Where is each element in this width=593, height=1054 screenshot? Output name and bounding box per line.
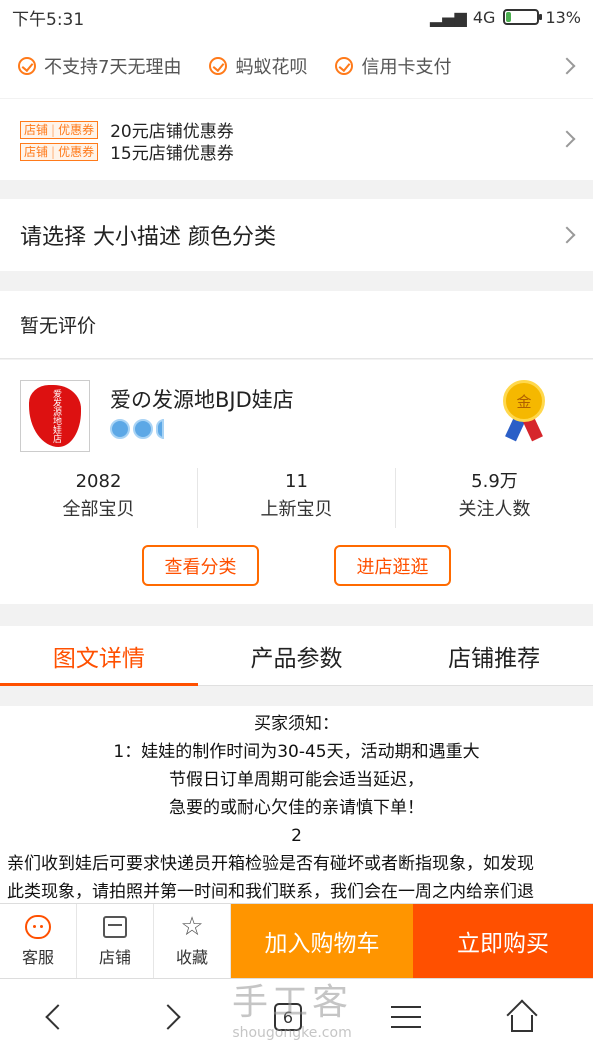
crown-badge-icon [110,419,130,439]
coupon-item: 店铺 | 优惠券 15元店铺优惠券 [20,139,234,164]
chevron-right-icon [558,226,576,244]
shop-credit-badges [110,419,164,439]
service-no-7day-return: 不支持7天无理由 [18,53,181,79]
select-spec-row[interactable]: 请选择 大小描述 颜色分类 [0,199,593,271]
add-to-cart-button[interactable]: 加入购物车 [231,904,413,978]
battery-icon [503,9,543,25]
crown-badge-icon [133,419,153,439]
tab-image-details[interactable]: 图文详情 [0,626,198,686]
stat-followers[interactable]: 5.9万 关注人数 [396,468,593,528]
tabs-button[interactable]: 6 [270,999,306,1035]
review-section: 暂无评价 [0,291,593,359]
back-button[interactable] [36,999,72,1035]
coupon-section[interactable]: 店铺 | 优惠券 20元店铺优惠券 店铺 | 优惠券 15元店铺优惠券 [0,99,593,180]
service-guarantees[interactable]: 不支持7天无理由 蚂蚁花呗 信用卡支付 [0,34,593,98]
detail-line: 节假日订单周期可能会适当延迟， [169,770,424,790]
detail-tabs: 图文详情 产品参数 店铺推荐 [0,626,593,686]
view-categories-button[interactable]: 查看分类 [142,545,259,586]
service-huabei: 蚂蚁花呗 [209,53,307,79]
visit-shop-button[interactable]: 进店逛逛 [334,545,451,586]
store-icon [103,916,127,938]
star-icon: ☆ [180,912,204,942]
chevron-left-icon [45,1004,71,1030]
gold-medal-icon: 金 [500,378,548,442]
shop-logo-image: 爱发源地娃店 [29,385,81,447]
hamburger-icon [391,1006,421,1028]
signal-icon: ▂▄▆ [429,7,467,27]
select-spec-label: 请选择 大小描述 颜色分类 [20,225,276,250]
home-icon [506,999,538,1032]
battery-percent: 13% [545,7,581,27]
tab-count: 6 [274,1003,302,1031]
detail-line: 1：娃娃的制作时间为30-45天，活动期和遇重大 [113,742,480,762]
home-button[interactable] [504,999,540,1035]
network-type: 4G [472,7,496,27]
check-icon [209,57,228,75]
shop-name[interactable]: 爱の发源地BJD娃店 [110,384,294,414]
detail-content: 买家须知： 1：娃娃的制作时间为30-45天，活动期和遇重大 节假日订单周期可能… [0,706,593,906]
tab-product-params[interactable]: 产品参数 [198,626,396,685]
check-icon [335,57,354,75]
stat-all-items[interactable]: 2082 全部宝贝 [0,468,198,528]
buy-now-button[interactable]: 立即购买 [413,904,593,978]
chevron-right-icon [155,1004,181,1030]
shop-button[interactable]: 店铺 [77,904,154,978]
shop-card: 爱发源地娃店 爱の发源地BJD娃店 金 2082 全部宝贝 11 上新宝贝 5.… [0,360,593,604]
coupon-tag: 店铺 | 优惠券 [20,142,99,161]
detail-line: 亲们收到娃后可要求快递员开箱检验是否有碰坏或者断指现象，如发现 [7,854,534,874]
service-credit-card: 信用卡支付 [335,53,451,79]
coupon-tag: 店铺 | 优惠券 [20,120,99,139]
check-icon [18,57,36,75]
detail-line: 2 [291,826,302,846]
customer-service-button[interactable]: 客服 [0,904,77,978]
status-indicators: ▂▄▆ 4G 13% [430,8,581,27]
menu-button[interactable] [388,999,424,1035]
review-empty-text: 暂无评价 [20,315,97,337]
favorite-button[interactable]: ☆ 收藏 [154,904,231,978]
status-bar: 下午5:31 ▂▄▆ 4G 13% [0,0,593,34]
stat-new-items[interactable]: 11 上新宝贝 [198,468,396,528]
browser-nav-bar: 6 手工客 shougongke.com [0,978,593,1054]
chevron-right-icon [558,57,576,75]
service-smile-icon [25,915,51,939]
detail-line: 急要的或耐心欠佳的亲请慎下单！ [169,798,424,818]
forward-button[interactable] [154,999,190,1035]
coupon-label: 15元店铺优惠券 [110,144,234,164]
purchase-bar: 客服 店铺 ☆ 收藏 加入购物车 立即购买 [0,903,593,978]
shop-stats: 2082 全部宝贝 11 上新宝贝 5.9万 关注人数 [0,468,593,528]
detail-line: 此类现象，请拍照并第一时间和我们联系，我们会在一周之内给亲们退 [7,882,534,902]
detail-line: 买家须知： [254,714,339,734]
status-time: 下午5:31 [12,9,85,30]
crown-badge-icon [156,419,164,439]
chevron-right-icon [558,130,576,148]
tab-shop-recommend[interactable]: 店铺推荐 [395,626,593,685]
shop-logo[interactable]: 爱发源地娃店 [20,380,90,452]
